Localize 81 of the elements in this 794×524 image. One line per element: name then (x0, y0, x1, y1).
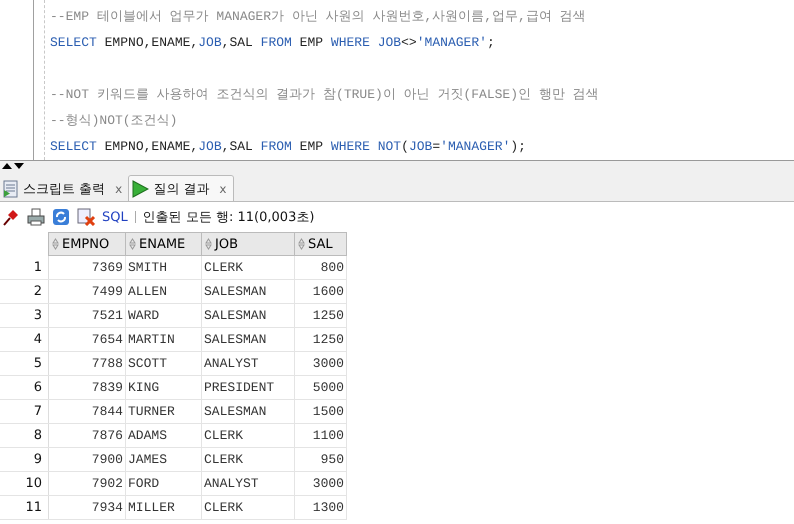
result-tab[interactable]: 질의 결과 x (128, 175, 234, 201)
print-icon[interactable] (27, 208, 45, 226)
table-cell: JAMES (126, 448, 202, 472)
sort-icon (52, 238, 59, 250)
table-cell: FORD (126, 472, 202, 496)
table-cell: KING (126, 376, 202, 400)
column-header[interactable]: ENAME (126, 232, 202, 256)
column-header[interactable]: JOB (202, 232, 294, 256)
code-line: SELECT EMPNO,ENAME,JOB,SAL FROM EMP WHERE JOB<>'MANAGER'; (50, 35, 495, 50)
table-cell: 7788 (48, 352, 126, 376)
code-line: --형식)NOT(조건식) (50, 113, 178, 128)
table-cell: 5000 (294, 376, 346, 400)
table-cell: 1250 (294, 304, 346, 328)
table-cell: CLERK (202, 496, 294, 520)
table-cell: 7844 (48, 400, 126, 424)
row-number: 11 (0, 496, 48, 520)
row-number: 3 (0, 304, 48, 328)
row-number: 6 (0, 376, 48, 400)
script-icon (3, 180, 19, 198)
table-cell: 7839 (48, 376, 126, 400)
table-cell: 1300 (294, 496, 346, 520)
row-number: 5 (0, 352, 48, 376)
table-cell: ADAMS (126, 424, 202, 448)
table-cell: CLERK (202, 448, 294, 472)
pin-icon[interactable] (2, 208, 20, 226)
table-cell: ANALYST (202, 352, 294, 376)
table-cell: CLERK (202, 424, 294, 448)
table-cell: 950 (294, 448, 346, 472)
row-number: 2 (0, 280, 48, 304)
close-button[interactable]: x (115, 182, 122, 196)
row-number: 4 (0, 328, 48, 352)
row-number: 7 (0, 400, 48, 424)
table-cell: ANALYST (202, 472, 294, 496)
table-cell: CLERK (202, 256, 294, 280)
table-cell: 3000 (294, 472, 346, 496)
table-cell: 7876 (48, 424, 126, 448)
row-number: 8 (0, 424, 48, 448)
table-cell: SCOTT (126, 352, 202, 376)
sql-link[interactable]: SQL (102, 210, 128, 224)
table-cell: 7900 (48, 448, 126, 472)
collapse-arrows-icon[interactable] (1, 162, 27, 170)
table-cell: 7934 (48, 496, 126, 520)
table-cell: SALESMAN (202, 304, 294, 328)
fetch-status: 인출된 모든 행: 11(0,003초) (142, 209, 314, 226)
table-cell: ALLEN (126, 280, 202, 304)
table-cell: 7369 (48, 256, 126, 280)
sort-icon (205, 238, 212, 250)
column-header[interactable]: EMPNO (48, 232, 126, 256)
table-cell: SMITH (126, 256, 202, 280)
table-cell: SALESMAN (202, 328, 294, 352)
table-cell: 1500 (294, 400, 346, 424)
table-cell: 1250 (294, 328, 346, 352)
result-tab[interactable]: 스크립트 출력 x (1, 176, 128, 201)
table-cell: 7654 (48, 328, 126, 352)
table-cell: 1100 (294, 424, 346, 448)
table-cell: 7902 (48, 472, 126, 496)
row-number: 1 (0, 256, 48, 280)
table-cell: 7499 (48, 280, 126, 304)
run-icon (131, 180, 150, 198)
table-cell: SALESMAN (202, 400, 294, 424)
code-line: SELECT EMPNO,ENAME,JOB,SAL FROM EMP WHERE NOT(JOB='MANAGER'); (50, 139, 526, 154)
table-cell: MILLER (126, 496, 202, 520)
table-cell: 7521 (48, 304, 126, 328)
close-button[interactable]: x (219, 182, 226, 196)
table-cell: MARTIN (126, 328, 202, 352)
row-number: 9 (0, 448, 48, 472)
cancel-icon[interactable] (77, 208, 95, 226)
table-cell: WARD (126, 304, 202, 328)
sort-icon (129, 238, 136, 250)
column-header[interactable]: SAL (294, 232, 346, 256)
table-cell: 800 (294, 256, 346, 280)
code-line: --NOT 키워드를 사용하여 조건식의 결과가 참(TRUE)이 아닌 거짓(FALSE)인 행만 검색 (50, 87, 599, 102)
table-cell: SALESMAN (202, 280, 294, 304)
refresh-icon[interactable] (52, 208, 70, 226)
table-cell: 1600 (294, 280, 346, 304)
table-cell: TURNER (126, 400, 202, 424)
code-line: --EMP 테이블에서 업무가 MANAGER가 아닌 사원의 사원번호,사원이름,업무,급여 검색 (50, 9, 586, 24)
table-cell: PRESIDENT (202, 376, 294, 400)
sort-icon (298, 238, 305, 250)
table-cell: 3000 (294, 352, 346, 376)
row-number: 10 (0, 472, 48, 496)
